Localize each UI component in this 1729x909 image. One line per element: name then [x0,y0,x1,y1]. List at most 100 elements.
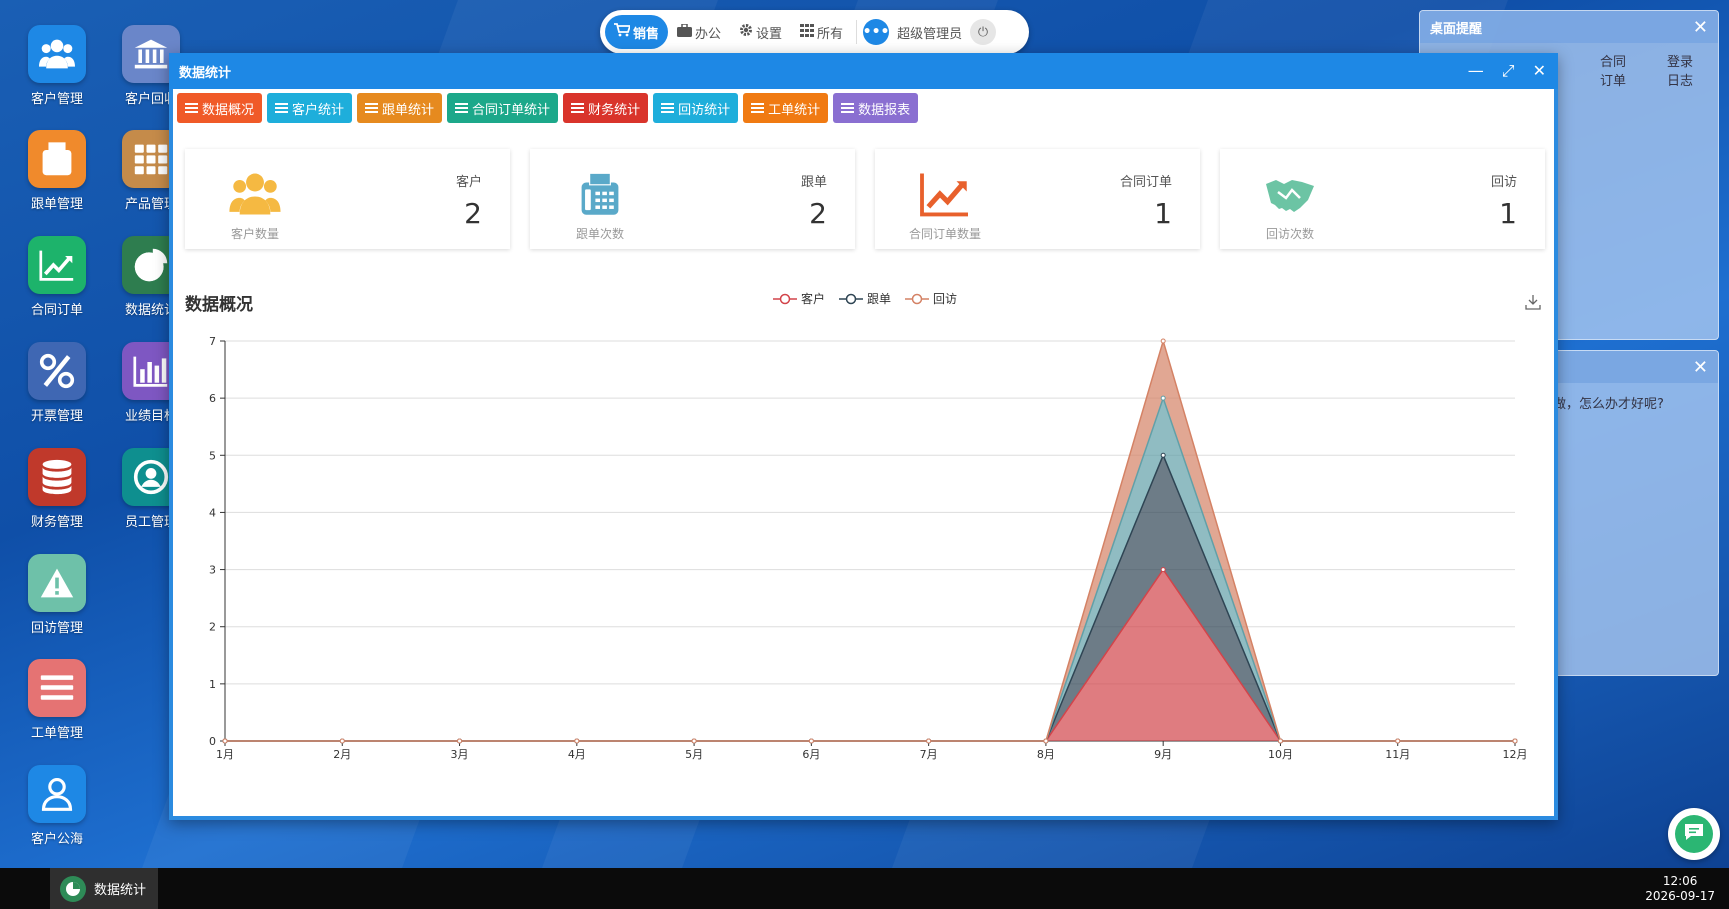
menu-office[interactable]: 办公 [668,15,730,49]
user-menu[interactable]: ••• 超级管理员 ⏻ [861,15,998,49]
legend-marker-icon [839,293,864,304]
download-icon[interactable] [1524,293,1542,311]
desktop: 客户管理 客户回收 跟单管理 产品管理 合同订单 数据统计 开票管理 业绩目标 … [0,0,1729,868]
tab-6[interactable]: 回访统计 [653,93,739,123]
series-area [225,341,1515,741]
series-area [225,569,1515,741]
reminder-tab-login-log[interactable]: 登录日志 [1667,51,1704,89]
y-tick-label: 1 [209,678,216,691]
window-title: 数据统计 [179,65,232,81]
series-point [339,738,345,744]
fax-icon [574,171,626,217]
menu-all[interactable]: 所有 [791,15,852,49]
data-overview-chart: 0 1 2 3 4 5 6 7 1月 2月 3月 4月 5月 6月 7月 8月 9月 10月 11月 12月 [209,335,1528,761]
close-icon[interactable]: ✕ [1693,17,1708,38]
stats-tabs: 数据概况 客户统计 跟单统计 合同订单统计 财务统计 回访统计 工单统计 数据报表 [173,89,1554,123]
x-tick-label: 9月 [1154,748,1172,761]
x-tick-label: 2月 [333,748,351,761]
top-menu-bar: 销售 办公 设置 所有 ••• 超级管理员 ⏻ [600,10,1029,54]
series-point [222,738,228,744]
desktop-icon-7[interactable]: 开票管理 [12,342,102,424]
x-tick-label: 10月 [1268,748,1293,761]
desktop-icon-label: 跟单管理 [30,197,83,212]
x-tick-label: 11月 [1385,748,1410,761]
stat-card-caption: 回访次数 [1265,227,1314,241]
legend-item[interactable]: 回访 [905,290,957,307]
legend-item[interactable]: 跟单 [839,290,891,307]
stat-card-value: 2 [464,197,482,230]
series-point [1395,738,1401,744]
desktop-icon-12[interactable]: 工单管理 [12,659,102,741]
user-avatar-icon: ••• [863,19,890,45]
stat-card-caption: 客户数量 [230,227,279,241]
gear-icon [739,23,753,41]
desktop-icon-3[interactable]: 跟单管理 [12,130,102,212]
chat-button[interactable] [1668,808,1720,860]
tab-1[interactable]: 数据概况 [177,93,263,123]
desktop-icon-13[interactable]: 客户公海 [12,765,102,847]
list-icon [661,103,675,113]
series-point [1160,452,1166,458]
stat-card-name: 合同订单 [1119,175,1172,190]
desktop-icon-9[interactable]: 财务管理 [12,448,102,530]
close-icon[interactable]: ✕ [1693,357,1708,378]
chart-line-icon [28,236,86,294]
x-tick-label: 3月 [451,748,469,761]
chart-title: 数据概况 [185,295,253,315]
x-tick-label: 6月 [802,748,820,761]
data-stats-window: 数据统计 — ⤢ ✕ 数据概况 客户统计 跟单统计 合同订单统计 财务统计 回访统计 工单统… [169,53,1558,820]
menu-settings[interactable]: 设置 [730,15,791,49]
minimize-icon[interactable]: — [1468,61,1484,81]
x-tick-label: 4月 [568,748,586,761]
series-point [1043,738,1049,744]
tab-8[interactable]: 数据报表 [833,93,919,123]
desktop-icon-1[interactable]: 客户管理 [12,25,102,107]
x-tick-label: 7月 [920,748,938,761]
power-icon[interactable]: ⏻ [970,19,997,45]
summary-cards: 客户数量 客户 2 跟单次数 跟单 2 合同订单数量 合同订单 1 回访次数 回… [185,149,1545,249]
y-tick-label: 3 [209,564,216,577]
clock-date: 2026-09-17 [1645,888,1715,903]
reminder-tab-contract[interactable]: 合同订单 [1600,51,1637,89]
tab-2[interactable]: 客户统计 [267,93,353,123]
menu-sales[interactable]: 销售 [605,15,669,49]
y-tick-label: 2 [209,621,216,634]
tab-4[interactable]: 合同订单统计 [447,93,559,123]
taskbar-item-data-stats[interactable]: 数据统计 [50,868,159,909]
stat-card-value: 1 [1499,197,1517,230]
chart-line-icon [919,171,971,217]
window-titlebar[interactable]: 数据统计 — ⤢ ✕ [169,53,1558,89]
list-icon [571,103,585,113]
desktop-icon-label: 开票管理 [30,409,83,424]
stat-card: 客户数量 客户 2 [185,149,510,249]
series-point [926,738,932,744]
series-point [1160,338,1166,344]
series-point [1512,738,1518,744]
tab-5[interactable]: 财务统计 [563,93,649,123]
desktop-icon-5[interactable]: 合同订单 [12,236,102,318]
legend-item[interactable]: 客户 [773,290,825,307]
desktop-icon-label: 回访管理 [30,621,83,636]
stat-card: 回访次数 回访 1 [1220,149,1545,249]
desktop-icon-11[interactable]: 回访管理 [12,554,102,636]
clock: 12:06 2026-09-17 [1645,874,1729,904]
percent-icon [28,342,86,400]
series-line [225,338,1515,742]
warning-icon [28,554,86,612]
y-tick-label: 4 [209,506,216,519]
briefcase-icon [677,22,693,41]
close-icon[interactable]: ✕ [1533,61,1546,81]
menu-divider [856,20,858,44]
series-point [574,738,580,744]
maximize-icon[interactable]: ⤢ [1502,61,1515,81]
x-tick-label: 1月 [216,748,234,761]
tab-3[interactable]: 跟单统计 [357,93,443,123]
database-icon [28,448,86,506]
series-point [1160,395,1166,401]
tab-7[interactable]: 工单统计 [743,93,829,123]
taskbar: 数据统计 12:06 2026-09-17 [0,868,1729,909]
stat-card-value: 2 [809,197,827,230]
series-line [225,568,1515,742]
stat-card-value: 1 [1154,197,1172,230]
list-icon [455,103,469,113]
